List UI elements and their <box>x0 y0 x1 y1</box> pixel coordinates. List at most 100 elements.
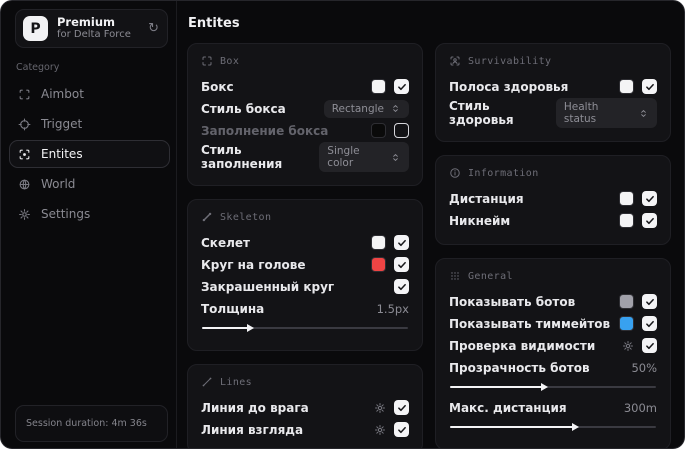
app-window: P Premium for Delta Force ↻ Category Aim… <box>0 0 685 449</box>
brand-logo: P <box>23 16 48 41</box>
dropdown[interactable]: Rectangle <box>323 99 409 118</box>
slider-thumb[interactable] <box>247 324 255 332</box>
sidebar-item-label: Entites <box>41 147 83 161</box>
sidebar-nav: Aimbot Trigget Entites World Settings <box>1 77 176 229</box>
dropdown-value: Single color <box>327 145 360 169</box>
sidebar-item-world[interactable]: World <box>9 170 170 198</box>
row-label: Круг на голове <box>201 257 306 272</box>
color-swatch[interactable] <box>371 235 386 250</box>
sidebar-item-label: Aimbot <box>41 87 84 101</box>
sidebar-item-settings[interactable]: Settings <box>9 200 170 228</box>
row-label: Дистанция <box>449 191 524 206</box>
sidebar-item-label: Settings <box>41 207 91 221</box>
gear-icon[interactable] <box>374 424 386 436</box>
refresh-icon[interactable]: ↻ <box>148 21 159 36</box>
row-label: Макс. дистанция <box>449 400 567 415</box>
slider-thumb[interactable] <box>540 383 548 391</box>
checkbox[interactable] <box>394 279 409 294</box>
checkbox[interactable] <box>642 191 657 206</box>
line-icon <box>201 376 213 388</box>
row-label: Скелет <box>201 235 250 250</box>
checkbox[interactable] <box>642 213 657 228</box>
row-label: Никнейм <box>449 213 511 228</box>
slider[interactable] <box>450 383 656 391</box>
checkbox[interactable] <box>642 316 657 331</box>
card-title: General <box>468 270 513 282</box>
sidebar-item-aimbot[interactable]: Aimbot <box>9 80 170 108</box>
checkbox[interactable] <box>394 123 409 138</box>
card-title: Survivability <box>468 55 552 67</box>
user-scan-icon <box>449 55 461 67</box>
checkbox[interactable] <box>394 235 409 250</box>
row-slider: Макс. дистанция 300m <box>449 397 657 418</box>
session-duration: Session duration: 4m 36s <box>15 405 168 442</box>
row-label: Заполнение бокса <box>201 123 329 138</box>
brand-subtitle: for Delta Force <box>57 29 131 41</box>
row-label: Закрашенный круг <box>201 279 335 294</box>
sidebar-item-entites[interactable]: Entites <box>9 140 170 168</box>
card-header: Lines <box>201 376 409 388</box>
row-label: Показывать ботов <box>449 294 576 309</box>
checkbox[interactable] <box>394 422 409 437</box>
slider-thumb[interactable] <box>571 423 579 431</box>
dropdown[interactable]: Single color <box>319 142 409 172</box>
color-swatch[interactable] <box>619 213 634 228</box>
row-label: Линия взгляда <box>201 422 304 437</box>
scan-icon <box>18 88 31 101</box>
color-swatch[interactable] <box>371 79 386 94</box>
slider-fill <box>450 386 543 388</box>
row-toggle: Заполнение бокса <box>201 120 409 141</box>
row-select: Стиль бокса Rectangle <box>201 98 409 119</box>
color-swatch[interactable] <box>371 123 386 138</box>
row-toggle: Бокс <box>201 76 409 97</box>
info-icon <box>449 167 461 179</box>
slider[interactable] <box>202 324 408 332</box>
row-slider: Толщина 1.5px <box>201 298 409 319</box>
card-header: General <box>449 270 657 282</box>
globe-icon <box>18 178 31 191</box>
gear-icon[interactable] <box>374 402 386 414</box>
checkbox[interactable] <box>642 294 657 309</box>
slider[interactable] <box>450 423 656 431</box>
color-swatch[interactable] <box>619 191 634 206</box>
checkbox[interactable] <box>642 79 657 94</box>
page-title: Entites <box>188 16 240 31</box>
dropdown[interactable]: Health status <box>555 98 657 128</box>
main-panel: Entites Box Бокс Стиль бокса Rectangle Запол… <box>177 1 684 448</box>
eye-scan-icon <box>18 148 31 161</box>
row-toggle: Круг на голове <box>201 254 409 275</box>
gear-icon[interactable] <box>622 340 634 352</box>
row-toggle: Скелет <box>201 232 409 253</box>
dropdown-value: Health status <box>563 101 599 125</box>
slider-value: 50% <box>631 360 657 375</box>
slider-fill <box>202 327 250 329</box>
checkbox[interactable] <box>642 338 657 353</box>
card-skeleton: Skeleton Скелет Круг на голове Закрашенный … <box>187 199 423 351</box>
checkbox[interactable] <box>394 257 409 272</box>
checkbox[interactable] <box>394 400 409 415</box>
bone-icon <box>201 211 213 223</box>
sidebar-item-label: Trigget <box>41 117 83 131</box>
dropdown-value: Rectangle <box>331 102 384 115</box>
card-box: Box Бокс Стиль бокса Rectangle Заполнение бо… <box>187 43 423 186</box>
chevrons-up-down-icon <box>638 108 649 119</box>
row-label: Линия до врага <box>201 400 309 415</box>
color-swatch[interactable] <box>619 79 634 94</box>
row-label: Проверка видимости <box>449 338 596 353</box>
row-label: Полоса здоровья <box>449 79 569 94</box>
brand-card: P Premium for Delta Force ↻ <box>15 9 168 48</box>
color-swatch[interactable] <box>371 257 386 272</box>
row-toggle: Линия взгляда <box>201 419 409 440</box>
color-swatch[interactable] <box>619 294 634 309</box>
card-header: Information <box>449 167 657 179</box>
box-icon <box>201 55 213 67</box>
row-toggle: Показывать тиммейтов <box>449 313 657 334</box>
card-title: Skeleton <box>220 211 272 223</box>
slider-value: 300m <box>623 400 657 415</box>
color-swatch[interactable] <box>619 316 634 331</box>
card-survivability: Survivability Полоса здоровья Стиль здоров… <box>435 43 671 142</box>
checkbox[interactable] <box>394 79 409 94</box>
row-toggle: Дистанция <box>449 188 657 209</box>
card-lines: Lines Линия до врага Линия взгляда <box>187 364 423 448</box>
sidebar-item-trigget[interactable]: Trigget <box>9 110 170 138</box>
